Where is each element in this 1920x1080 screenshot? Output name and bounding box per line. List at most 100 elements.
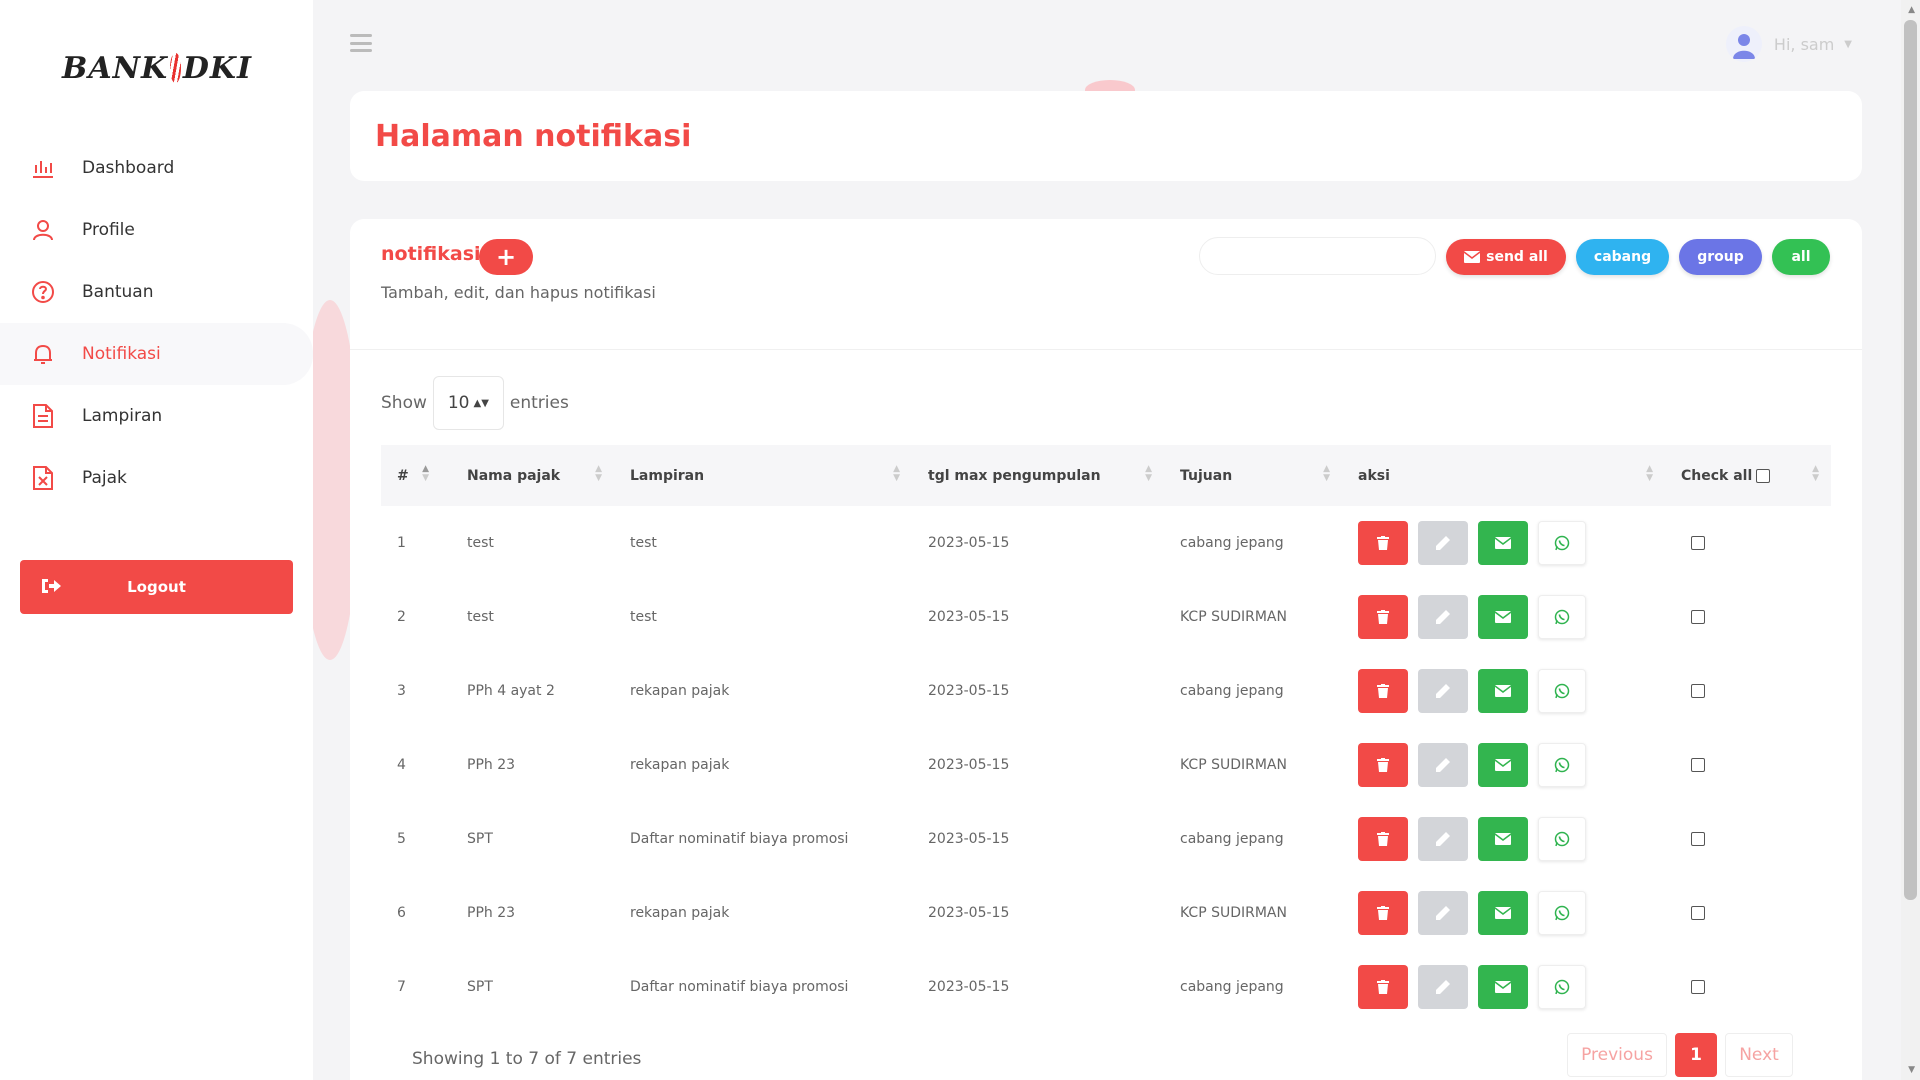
edit-button[interactable] — [1418, 891, 1468, 935]
pencil-icon — [1435, 979, 1451, 995]
edit-button[interactable] — [1418, 669, 1468, 713]
column-header-label: # — [397, 467, 409, 484]
cabang-button[interactable]: cabang — [1576, 239, 1669, 275]
row-tgl-max: 2023-05-15 — [928, 535, 1010, 551]
row-checkbox[interactable] — [1691, 758, 1705, 772]
column-header-number[interactable]: # ▲ ▼ — [381, 445, 451, 506]
column-header-tgl-max[interactable]: tgl max pengumpulan ▲ ▼ — [912, 445, 1164, 506]
sidebar-item-label: Bantuan — [82, 282, 154, 302]
sidebar-item-label: Pajak — [82, 468, 127, 488]
delete-button[interactable] — [1358, 669, 1408, 713]
logout-button[interactable]: Logout — [20, 560, 293, 614]
send-whatsapp-button[interactable] — [1538, 743, 1586, 787]
column-header-lampiran[interactable]: Lampiran ▲ ▼ — [614, 445, 912, 506]
row-checkbox[interactable] — [1691, 684, 1705, 698]
row-nama-pajak: PPh 23 — [467, 905, 516, 921]
row-check — [1665, 654, 1831, 728]
user-greeting: Hi, sam — [1773, 34, 1835, 54]
send-whatsapp-button[interactable] — [1538, 595, 1586, 639]
sidebar-item-notifikasi[interactable]: Notifikasi — [0, 323, 313, 385]
page-scrollbar[interactable]: ▲ ▼ — [1901, 0, 1920, 1080]
search-input[interactable] — [1199, 237, 1436, 275]
edit-button[interactable] — [1418, 521, 1468, 565]
envelope-icon — [1495, 833, 1511, 845]
send-email-button[interactable] — [1478, 669, 1528, 713]
edit-button[interactable] — [1418, 965, 1468, 1009]
trash-icon — [1377, 980, 1389, 994]
group-button[interactable]: group — [1679, 239, 1762, 275]
delete-button[interactable] — [1358, 743, 1408, 787]
check-all-checkbox[interactable] — [1756, 468, 1771, 483]
row-tgl-max: 2023-05-15 — [928, 831, 1010, 847]
row-nama-pajak: test — [467, 535, 494, 551]
add-notification-button[interactable]: + — [479, 239, 533, 275]
delete-button[interactable] — [1358, 891, 1408, 935]
row-actions — [1342, 876, 1665, 950]
row-actions — [1342, 802, 1665, 876]
all-button[interactable]: all — [1772, 239, 1830, 275]
send-whatsapp-button[interactable] — [1538, 521, 1586, 565]
row-tujuan: cabang jepang — [1180, 683, 1284, 699]
next-page-button[interactable]: Next — [1725, 1033, 1793, 1077]
delete-button[interactable] — [1358, 965, 1408, 1009]
user-menu[interactable]: Hi, sam ▼ — [1725, 26, 1852, 62]
scroll-down-icon[interactable]: ▼ — [1908, 1065, 1915, 1075]
column-header-tujuan[interactable]: Tujuan ▲ ▼ — [1164, 445, 1342, 506]
sort-icon: ▲ ▼ — [1145, 464, 1152, 483]
send-email-button[interactable] — [1478, 891, 1528, 935]
sidebar-item-bantuan[interactable]: Bantuan — [0, 261, 313, 323]
scrollbar-thumb[interactable] — [1904, 20, 1917, 900]
row-tujuan: cabang jepang — [1180, 535, 1284, 551]
column-header-nama-pajak[interactable]: Nama pajak ▲ ▼ — [451, 445, 614, 506]
edit-button[interactable] — [1418, 595, 1468, 639]
edit-button[interactable] — [1418, 743, 1468, 787]
row-checkbox[interactable] — [1691, 610, 1705, 624]
page-1-button[interactable]: 1 — [1675, 1033, 1717, 1077]
scroll-up-icon[interactable]: ▲ — [1908, 5, 1915, 15]
edit-button[interactable] — [1418, 817, 1468, 861]
send-all-label: send all — [1486, 249, 1548, 265]
logo-text-right: DKI — [182, 50, 252, 86]
bank-logo[interactable]: BANK DKI — [62, 48, 252, 88]
pencil-icon — [1435, 831, 1451, 847]
sidebar-item-lampiran[interactable]: Lampiran — [0, 385, 313, 447]
send-email-button[interactable] — [1478, 743, 1528, 787]
send-email-button[interactable] — [1478, 595, 1528, 639]
pencil-icon — [1435, 683, 1451, 699]
delete-button[interactable] — [1358, 595, 1408, 639]
row-checkbox[interactable] — [1691, 536, 1705, 550]
envelope-icon — [1495, 981, 1511, 993]
column-header-check-all[interactable]: Check all ▲ ▼ — [1665, 445, 1831, 506]
sidebar-item-profile[interactable]: Profile — [0, 199, 313, 261]
menu-toggle-icon[interactable] — [350, 34, 372, 52]
entries-select[interactable]: 10 ▲▼ — [432, 376, 504, 430]
row-lampiran: rekapan pajak — [630, 757, 730, 773]
row-checkbox[interactable] — [1691, 832, 1705, 846]
previous-page-button[interactable]: Previous — [1567, 1033, 1667, 1077]
logout-label: Logout — [127, 578, 186, 596]
row-number: 6 — [397, 905, 406, 921]
sidebar-item-label: Notifikasi — [82, 344, 161, 364]
row-checkbox[interactable] — [1691, 980, 1705, 994]
sidebar-item-dashboard[interactable]: Dashboard — [0, 137, 313, 199]
sidebar-item-pajak[interactable]: Pajak — [0, 447, 313, 509]
send-email-button[interactable] — [1478, 521, 1528, 565]
send-whatsapp-button[interactable] — [1538, 669, 1586, 713]
send-all-button[interactable]: send all — [1446, 239, 1566, 275]
column-header-aksi[interactable]: aksi ▲ ▼ — [1342, 445, 1665, 506]
send-email-button[interactable] — [1478, 817, 1528, 861]
chevron-down-icon: ▼ — [1844, 38, 1852, 50]
row-checkbox[interactable] — [1691, 906, 1705, 920]
send-whatsapp-button[interactable] — [1538, 965, 1586, 1009]
whatsapp-icon — [1554, 535, 1570, 551]
row-lampiran: rekapan pajak — [630, 683, 730, 699]
row-tgl-max: 2023-05-15 — [928, 905, 1010, 921]
user-icon — [30, 217, 56, 243]
row-tujuan: cabang jepang — [1180, 831, 1284, 847]
send-email-button[interactable] — [1478, 965, 1528, 1009]
delete-button[interactable] — [1358, 817, 1408, 861]
send-whatsapp-button[interactable] — [1538, 817, 1586, 861]
delete-button[interactable] — [1358, 521, 1408, 565]
send-whatsapp-button[interactable] — [1538, 891, 1586, 935]
column-header-label: Nama pajak — [467, 467, 561, 484]
